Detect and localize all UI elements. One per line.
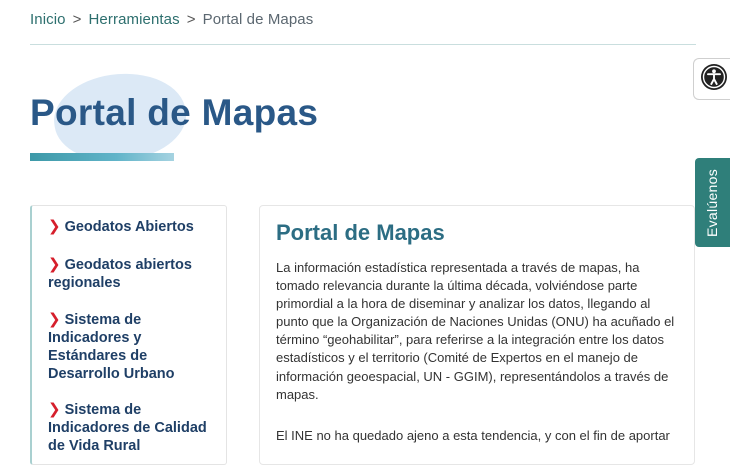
breadcrumb-link-herramientas[interactable]: Herramientas xyxy=(89,11,180,28)
breadcrumb-link-inicio[interactable]: Inicio xyxy=(30,11,66,28)
feedback-label: Evalúenos xyxy=(704,168,721,237)
sidebar-item-label: Sistema de Indicadores de Calidad de Vid… xyxy=(48,402,207,454)
sidebar-item-label: Geodatos abiertos regionales xyxy=(48,257,192,291)
breadcrumb: Inicio > Herramientas > Portal de Mapas xyxy=(30,11,313,28)
sidebar-item-label: Geodatos Abiertos xyxy=(64,219,194,235)
sidebar-item-geodatos-abiertos[interactable]: ❯ Geodatos Abiertos xyxy=(48,218,218,236)
title-underline xyxy=(30,153,174,161)
sidebar-item-label: Sistema de Indicadores y Estándares de D… xyxy=(48,312,175,382)
content-paragraph: La información estadística representada … xyxy=(276,260,675,402)
accessibility-icon xyxy=(700,63,728,96)
sidebar-item-calidad-vida-rural[interactable]: ❯ Sistema de Indicadores de Calidad de Vi… xyxy=(48,401,218,455)
header-divider xyxy=(30,44,696,45)
content-title: Portal de Mapas xyxy=(276,220,445,245)
content-card: Portal de Mapas La información estadísti… xyxy=(259,205,695,465)
sidebar-nav: ❯ Geodatos Abiertos ❯ Geodatos abiertos re… xyxy=(30,205,227,465)
accessibility-button[interactable] xyxy=(693,58,730,100)
sidebar-item-geodatos-regionales[interactable]: ❯ Geodatos abiertos regionales xyxy=(48,256,218,292)
breadcrumb-separator: > xyxy=(186,11,196,28)
chevron-right-icon: ❯ xyxy=(48,256,61,273)
content-paragraph: El INE no ha quedado ajeno a esta tenden… xyxy=(276,428,670,443)
chevron-right-icon: ❯ xyxy=(48,401,61,418)
breadcrumb-current: Portal de Mapas xyxy=(202,11,314,28)
breadcrumb-separator: > xyxy=(72,11,82,28)
feedback-tab[interactable]: Evalúenos xyxy=(695,158,730,247)
chevron-right-icon: ❯ xyxy=(48,311,61,328)
page-title: Portal de Mapas xyxy=(30,92,319,133)
chevron-right-icon: ❯ xyxy=(48,218,61,235)
sidebar-item-indicadores-urbano[interactable]: ❯ Sistema de Indicadores y Estándares de … xyxy=(48,311,218,383)
